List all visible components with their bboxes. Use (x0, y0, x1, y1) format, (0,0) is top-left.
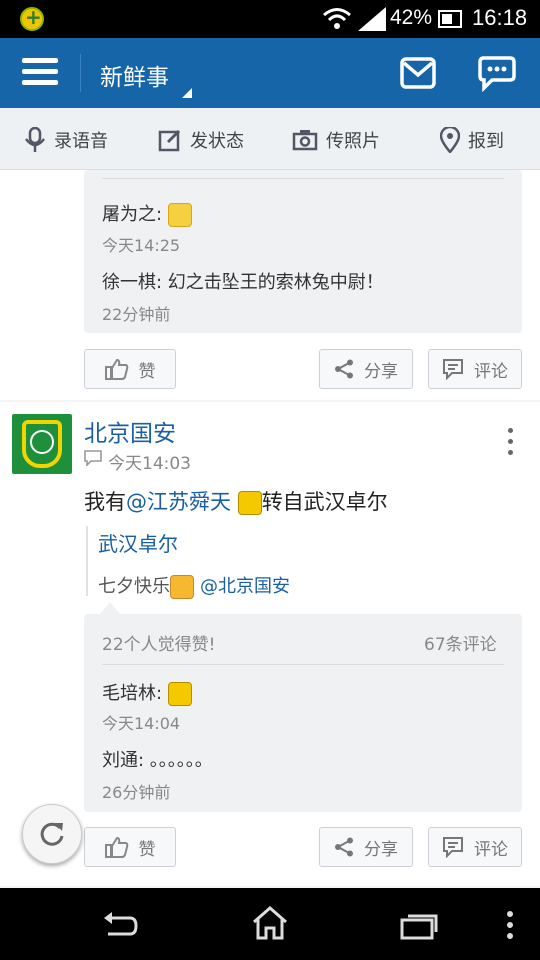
upload-photo-button[interactable]: 传照片 (292, 126, 380, 154)
comment-text: 刘通: 。。。。。。 (102, 750, 213, 771)
action-toolbar: 录语音 发状态 传照片 报到 (0, 108, 540, 170)
signal-icon (358, 7, 386, 31)
quote-bar (86, 526, 88, 596)
comment-button[interactable]: 评论 (428, 827, 522, 867)
record-voice-label: 录语音 (54, 131, 108, 152)
system-nav-bar (0, 888, 540, 960)
emoji-icon (167, 203, 192, 227)
share-button[interactable]: 分享 (319, 349, 413, 389)
checkin-label: 报到 (468, 131, 504, 152)
comment-count[interactable]: 67条评论 (424, 630, 497, 655)
comment-label: 评论 (474, 361, 508, 382)
chat-icon[interactable] (478, 54, 518, 92)
app-notification-icon (20, 5, 44, 31)
like-label: 赞 (138, 839, 156, 860)
clock: 16:18 (472, 5, 528, 30)
comment-time: 今天14:04 (102, 714, 181, 733)
edit-icon (158, 129, 181, 152)
home-icon[interactable] (252, 906, 288, 940)
more-vertical-icon[interactable] (508, 428, 516, 456)
comment-author: 毛培林: (102, 679, 192, 706)
comment-icon (443, 359, 463, 380)
comment-button[interactable]: 评论 (428, 349, 522, 389)
comment-author: 屠为之: (102, 200, 192, 227)
share-label: 分享 (364, 361, 398, 382)
page-title[interactable]: 新鲜事 (100, 58, 169, 92)
more-vertical-icon[interactable] (506, 910, 514, 940)
small-comment-icon (84, 450, 102, 466)
mic-icon (25, 127, 45, 152)
location-pin-icon (440, 127, 460, 153)
like-button[interactable]: 赞 (84, 349, 176, 389)
refresh-icon (40, 822, 64, 846)
comment-divider (102, 664, 504, 665)
comment-time: 22分钟前 (102, 305, 171, 324)
thumbs-up-icon (104, 836, 128, 858)
post-author[interactable]: 北京国安 (84, 414, 176, 448)
mention-link[interactable]: @北京国安 (200, 576, 290, 597)
battery-percent: 42% (390, 6, 433, 29)
post-text: 我有@江苏舜天 转自武汉卓尔 (84, 490, 388, 515)
share-icon (335, 837, 353, 857)
share-button[interactable]: 分享 (319, 827, 413, 867)
checkin-button[interactable]: 报到 (440, 126, 504, 154)
recents-icon[interactable] (400, 910, 440, 940)
like-button[interactable]: 赞 (84, 827, 176, 867)
header-divider (80, 54, 81, 92)
blush-emoji-icon (170, 575, 194, 599)
status-bar: 42% 16:18 (0, 0, 540, 38)
comment-divider (102, 178, 504, 179)
comment-time: 今天14:25 (102, 236, 181, 255)
avatar[interactable] (12, 414, 72, 474)
share-icon (335, 359, 353, 379)
post-time: 今天14:03 (108, 454, 191, 474)
like-label: 赞 (138, 361, 156, 382)
refresh-button[interactable] (22, 804, 82, 864)
mention-link[interactable]: @江苏舜天 (126, 490, 231, 514)
mail-icon[interactable] (400, 57, 436, 89)
comment-time: 26分钟前 (102, 783, 171, 802)
record-voice-button[interactable]: 录语音 (24, 126, 108, 154)
comment-text: 徐一棋: 幻之击坠王的索林兔中尉！ (102, 272, 384, 293)
battery-icon (438, 10, 462, 28)
wifi-icon (323, 8, 351, 29)
quote-text: 七夕快乐 @北京国安 (98, 575, 290, 599)
post-status-button[interactable]: 发状态 (158, 126, 244, 154)
menu-icon[interactable] (22, 58, 58, 88)
back-icon[interactable] (102, 912, 138, 940)
upload-photo-label: 传照片 (326, 131, 380, 152)
sunglasses-emoji-icon (237, 491, 262, 515)
app-header: 新鲜事 (0, 38, 540, 108)
sunglasses-emoji-icon (167, 682, 192, 706)
camera-icon (292, 130, 318, 151)
dropdown-indicator-icon[interactable] (182, 88, 192, 98)
quote-author-link[interactable]: 武汉卓尔 (98, 528, 178, 557)
likes-summary[interactable]: 22个人觉得赞! (102, 630, 215, 655)
comment-icon (443, 837, 463, 858)
post-status-label: 发状态 (190, 131, 244, 152)
thumbs-up-icon (104, 358, 128, 380)
comment-label: 评论 (474, 839, 508, 860)
comment-box-pointer (100, 602, 120, 614)
share-label: 分享 (364, 839, 398, 860)
